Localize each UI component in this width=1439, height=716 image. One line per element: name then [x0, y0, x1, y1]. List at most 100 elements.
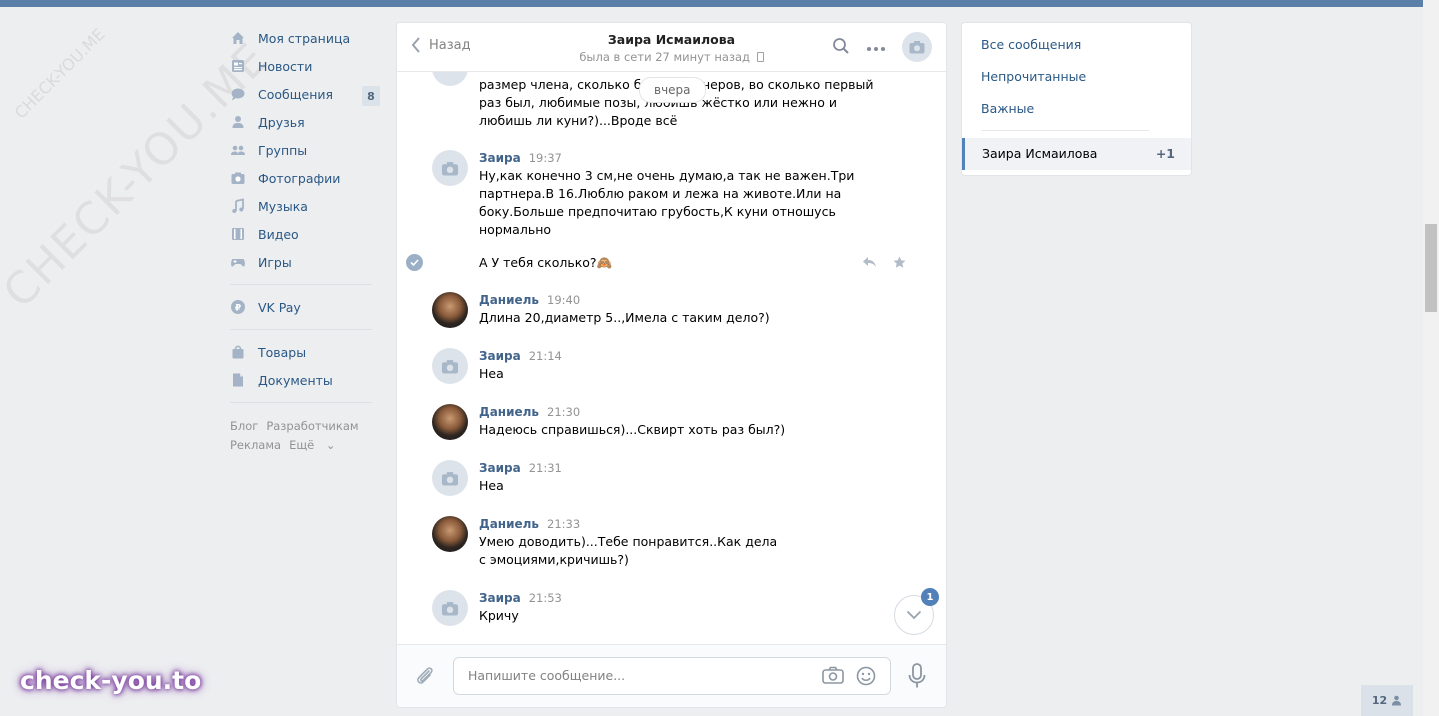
- unread-count-badge: 1: [921, 588, 939, 606]
- message-time[interactable]: 21:31: [529, 461, 562, 475]
- sidebar-item-label: Фотографии: [258, 170, 341, 186]
- filter-divider: [981, 130, 1149, 131]
- photos-icon: [230, 170, 246, 186]
- avatar[interactable]: [432, 150, 468, 186]
- sidebar-item-news[interactable]: Новости: [230, 52, 380, 80]
- sidebar-item-goods[interactable]: Товары: [230, 338, 380, 366]
- message-text: Длина 20,диаметр 5..,Имела с таким дело?…: [479, 310, 770, 325]
- reply-icon[interactable]: [862, 256, 877, 272]
- message-time[interactable]: 21:33: [547, 517, 580, 531]
- message-actions: [846, 256, 906, 272]
- chevron-down-icon: ⌄: [325, 438, 336, 452]
- left-sidebar: Моя страница Новости Сообщения 8 Друзья …: [230, 24, 380, 455]
- footer-ads-link[interactable]: Реклама: [230, 438, 281, 452]
- message-author[interactable]: Даниель: [479, 405, 539, 419]
- chat-avatar[interactable]: [902, 32, 932, 62]
- sidebar-item-label: Видео: [258, 226, 299, 242]
- message-author[interactable]: Заира: [479, 591, 521, 605]
- camera-icon: [909, 41, 925, 54]
- page-scrollbar[interactable]: [1423, 0, 1439, 716]
- message-time[interactable]: 21:53: [529, 591, 562, 605]
- sidebar-item-friends[interactable]: Друзья: [230, 108, 380, 136]
- person-icon: [1392, 695, 1402, 706]
- message-time[interactable]: 19:40: [547, 293, 580, 307]
- sidebar-footer: Блог Разработчикам Реклама Ещё ⌄: [230, 417, 380, 455]
- sidebar-item-label: Документы: [258, 372, 333, 388]
- message-time[interactable]: 21:30: [547, 405, 580, 419]
- filter-important[interactable]: Важные: [981, 101, 1034, 116]
- footer-dev-link[interactable]: Разработчикам: [266, 419, 358, 433]
- sidebar-item-music[interactable]: Музыка: [230, 192, 380, 220]
- avatar[interactable]: [432, 460, 468, 496]
- sidebar-item-label: Товары: [258, 344, 307, 360]
- watermark-small: CHECK-YOU.ME: [10, 24, 109, 123]
- sidebar-item-documents[interactable]: Документы: [230, 366, 380, 394]
- avatar: [432, 72, 468, 86]
- message-text: Ну,как конечно 3 см,не очень думаю,а так…: [479, 168, 855, 237]
- message-author[interactable]: Заира: [479, 349, 521, 363]
- sidebar-item-groups[interactable]: Группы: [230, 136, 380, 164]
- microphone-icon[interactable]: [907, 663, 927, 692]
- avatar[interactable]: [432, 292, 468, 328]
- search-icon[interactable]: [832, 37, 850, 58]
- scroll-to-bottom-button[interactable]: 1: [894, 588, 939, 635]
- message-time[interactable]: 19:37: [529, 151, 562, 165]
- sidebar-item-label: Сообщения: [258, 86, 334, 102]
- sidebar-item-label: Друзья: [258, 114, 305, 130]
- online-count: 12: [1371, 694, 1388, 707]
- top-header-bar: [0, 0, 1423, 7]
- message-text: Умею доводить)...Тебе понравится..Как де…: [479, 534, 778, 567]
- star-icon[interactable]: [893, 256, 906, 272]
- message-input-box[interactable]: [453, 657, 891, 695]
- message-author[interactable]: Заира: [479, 151, 521, 165]
- sidebar-item-games[interactable]: Игры: [230, 248, 380, 276]
- sidebar-item-my-page[interactable]: Моя страница: [230, 24, 380, 52]
- camera-icon[interactable]: [822, 666, 844, 689]
- message-author[interactable]: Даниель: [479, 293, 539, 307]
- date-divider: вчера: [639, 77, 706, 103]
- sidebar-divider: [230, 329, 372, 330]
- chat-header: Назад Заира Исмаилова была в сети 27 мин…: [397, 23, 946, 72]
- online-friends-button[interactable]: 12: [1361, 685, 1413, 716]
- message-text: Кричу: [479, 608, 519, 623]
- brand-watermark: check-you.to: [20, 666, 202, 695]
- messages-count-badge: 8: [362, 86, 380, 106]
- paperclip-icon[interactable]: [415, 665, 435, 690]
- sidebar-item-messages[interactable]: Сообщения 8: [230, 80, 380, 108]
- camera-icon: [441, 471, 459, 485]
- message-input[interactable]: [466, 667, 810, 684]
- avatar[interactable]: [432, 516, 468, 552]
- active-conversation-item[interactable]: Заира Исмаилова +1: [962, 138, 1191, 170]
- sidebar-item-label: Новости: [258, 58, 313, 74]
- filter-unread[interactable]: Непрочитанные: [981, 69, 1086, 84]
- shopping-bag-icon: [230, 344, 246, 360]
- message-author[interactable]: Заира: [479, 461, 521, 475]
- sidebar-item-photos[interactable]: Фотографии: [230, 164, 380, 192]
- sidebar-item-video[interactable]: Видео: [230, 220, 380, 248]
- camera-icon: [441, 601, 459, 615]
- camera-icon: [441, 161, 459, 175]
- friends-icon: [230, 114, 246, 130]
- footer-more-link[interactable]: Ещё ⌄: [289, 438, 343, 452]
- avatar[interactable]: [432, 404, 468, 440]
- home-icon: [230, 30, 246, 46]
- sidebar-item-label: Игры: [258, 254, 292, 270]
- more-options-icon[interactable]: [866, 40, 886, 55]
- avatar[interactable]: [432, 590, 468, 626]
- footer-blog-link[interactable]: Блог: [230, 419, 258, 433]
- filter-all-messages[interactable]: Все сообщения: [981, 37, 1081, 52]
- svg-text:₽: ₽: [235, 304, 241, 314]
- message-composer: [397, 644, 946, 707]
- chat-panel: Назад Заира Исмаилова была в сети 27 мин…: [396, 22, 947, 708]
- avatar[interactable]: [432, 348, 468, 384]
- selected-check-icon[interactable]: [406, 254, 423, 271]
- emoji-icon[interactable]: [856, 666, 876, 689]
- sidebar-divider: [230, 402, 372, 403]
- message-author[interactable]: Даниель: [479, 517, 539, 531]
- sidebar-item-vkpay[interactable]: ₽ VK Pay: [230, 293, 380, 321]
- footer-more-label: Ещё: [289, 438, 315, 452]
- scrollbar-thumb[interactable]: [1425, 224, 1437, 312]
- vkpay-icon: ₽: [230, 299, 246, 315]
- message-time[interactable]: 21:14: [529, 349, 562, 363]
- message-text: Неа: [479, 366, 504, 381]
